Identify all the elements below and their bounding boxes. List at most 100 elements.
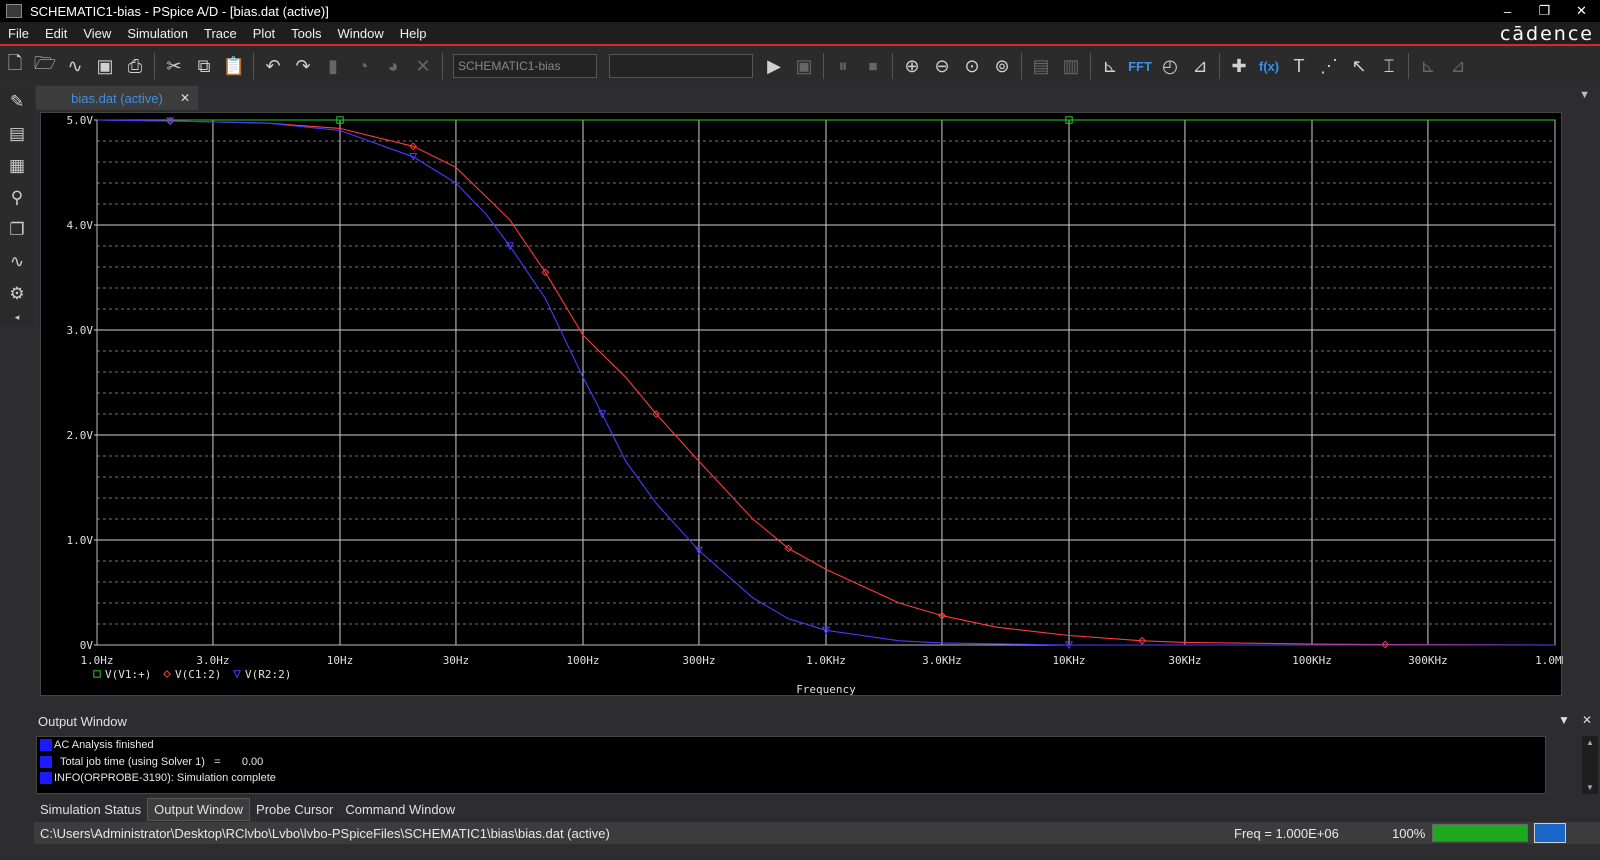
frequency-response-chart[interactable]: 0V 1.0V 2.0V 3.0V 4.0V 5.0V 1.0Hz 3.0Hz 10Hz 30Hz… [41,113,1564,697]
toolbar-separator [823,53,824,79]
status-file-path: C:\Users\Administrator\Desktop\RClvbo\Lv… [40,825,610,841]
tab-simulation-status[interactable]: Simulation Status [34,799,147,820]
toolbar-separator [154,53,155,79]
menu-edit[interactable]: Edit [37,26,75,41]
stop-icon[interactable]: ⏹ [858,51,888,81]
waveform-icon[interactable]: ∿ [60,51,90,81]
expand-icon[interactable]: ◂ [3,310,31,324]
tab-command-window[interactable]: Command Window [339,799,461,820]
tab-bias-dat[interactable]: bias.dat (active) ✕ [36,86,198,110]
toolbar-separator [1021,53,1022,79]
log-x-axis-icon[interactable]: ⊾ [1095,51,1125,81]
performance-analysis-icon[interactable]: ◴ [1155,51,1185,81]
progress-fill [1433,825,1527,841]
x-tick-label: 100Hz [566,654,599,667]
cursor-icon[interactable]: ↖ [1344,51,1374,81]
eval-goal-function-button[interactable]: f(x) [1254,51,1284,81]
log-line: Total job time (using Solver 1) = 0.00 [37,754,1545,771]
menu-tools[interactable]: Tools [283,26,329,41]
print-icon[interactable]: ⎙ [120,51,150,81]
window-title: SCHEMATIC1-bias - PSpice A/D - [bias.dat… [30,3,329,19]
save-run-icon[interactable]: ▣ [789,51,819,81]
x-axis-settings-icon[interactable]: ⊿ [1185,51,1215,81]
legend-label: V(C1:2) [175,668,221,681]
prev-bookmark-icon[interactable]: ◕ [378,51,408,81]
log-line: AC Analysis finished [37,737,1545,754]
close-icon[interactable]: ✕ [1563,0,1600,22]
output-scrollbar[interactable]: ▲ ▼ [1582,736,1598,794]
probe-icon[interactable]: ⚲ [3,182,31,214]
window-cascade-icon[interactable]: ❐ [3,214,31,246]
text-label-icon[interactable]: T [1284,51,1314,81]
zoom-area-icon[interactable]: ⊚ [987,51,1017,81]
probe-plot-window[interactable]: 0V 1.0V 2.0V 3.0V 4.0V 5.0V 1.0Hz 3.0Hz 10Hz 30Hz… [40,112,1564,697]
copy-icon[interactable]: ⧉ [189,51,219,81]
menu-window[interactable]: Window [330,26,392,41]
pause-icon[interactable]: ⏸ [828,51,858,81]
waveform-probe-icon[interactable]: ∿ [3,246,31,278]
toolbar-separator [1219,53,1220,79]
run-icon[interactable]: ▶ [759,51,789,81]
x-tick-label: 1.0MHz [1535,654,1563,667]
cut-icon[interactable]: ✂ [159,51,189,81]
zoom-out-icon[interactable]: ⊖ [927,51,957,81]
restore-icon[interactable]: ❐ [1526,0,1563,22]
add-y-axis-icon[interactable]: ▥ [1056,51,1086,81]
tab-probe-cursor[interactable]: Probe Cursor [250,799,339,820]
pin-icon[interactable]: ✎ [3,86,31,118]
cursor-trough-icon[interactable]: ⊿ [1443,51,1473,81]
next-bookmark-icon[interactable]: ◔ [348,51,378,81]
cursor-peak-icon[interactable]: ⊾ [1413,51,1443,81]
minimize-icon[interactable]: – [1489,0,1526,22]
menu-trace[interactable]: Trace [196,26,245,41]
menu-simulation[interactable]: Simulation [119,26,196,41]
undo-icon[interactable]: ↶ [258,51,288,81]
document-tab-strip: bias.dat (active) ✕ ▼ [36,86,1600,110]
menu-file[interactable]: File [0,26,37,41]
toolbar-separator [442,53,443,79]
log-marker-icon [40,772,52,785]
panel-dropdown-icon[interactable]: ▼ [1558,713,1570,727]
menu-plot[interactable]: Plot [245,26,283,41]
log-marker-icon [40,755,52,768]
zoom-in-icon[interactable]: ⊕ [897,51,927,81]
legend-marker [232,670,242,679]
menu-view[interactable]: View [75,26,119,41]
toolbar-separator [1090,53,1091,79]
panel-close-icon[interactable]: ✕ [1582,713,1592,727]
redo-icon[interactable]: ↷ [288,51,318,81]
fft-button[interactable]: FFT [1125,51,1155,81]
bottom-tab-strip: Simulation Status Output Window Probe Cu… [34,797,1600,821]
simulation-waveform-icon [1534,823,1566,843]
profile-select[interactable] [609,54,753,78]
mark-points-icon[interactable]: ⋰ [1314,51,1344,81]
tab-output-window[interactable]: Output Window [147,797,251,821]
open-folder-icon[interactable]: 🗁 [30,51,60,81]
close-tab-icon[interactable]: ✕ [180,91,190,105]
x-tick-label: 1.0KHz [806,654,846,667]
paste-icon[interactable]: 📋 [219,51,249,81]
bookmark-icon[interactable]: ▮ [318,51,348,81]
x-axis-label: Frequency [796,683,856,696]
add-plot-icon[interactable]: ▤ [1026,51,1056,81]
clear-bookmarks-icon[interactable]: ✕ [408,51,438,81]
simulation-profile-icon[interactable]: ▤ [3,118,31,150]
settings-probe-icon[interactable]: ⚙ [3,278,31,310]
tab-dropdown-icon[interactable]: ▼ [1579,89,1590,101]
x-tick-label: 300Hz [682,654,715,667]
add-trace-icon[interactable]: ✚ [1224,51,1254,81]
output-log: AC Analysis finished Total job time (usi… [36,736,1546,794]
toolbar-separator [253,53,254,79]
scroll-down-icon[interactable]: ▼ [1586,783,1594,792]
profile-input[interactable]: SCHEMATIC1-bias [453,54,597,78]
toggle-cursor-icon[interactable]: ⌶ [1374,51,1404,81]
main-toolbar: 🗋 🗁 ∿ ▣ ⎙ ✂ ⧉ 📋 ↶ ↷ ▮ ◔ ◕ ✕ SCHEMATIC1-b… [0,48,1600,84]
output-file-icon[interactable]: ▦ [3,150,31,182]
tab-label: bias.dat (active) [71,90,163,106]
save-icon[interactable]: ▣ [90,51,120,81]
zoom-fit-icon[interactable]: ⊙ [957,51,987,81]
menu-help[interactable]: Help [392,26,435,41]
new-file-icon[interactable]: 🗋 [0,51,30,81]
scroll-up-icon[interactable]: ▲ [1586,738,1594,747]
log-text: Total job time (using Solver 1) = 0.00 [60,755,264,768]
